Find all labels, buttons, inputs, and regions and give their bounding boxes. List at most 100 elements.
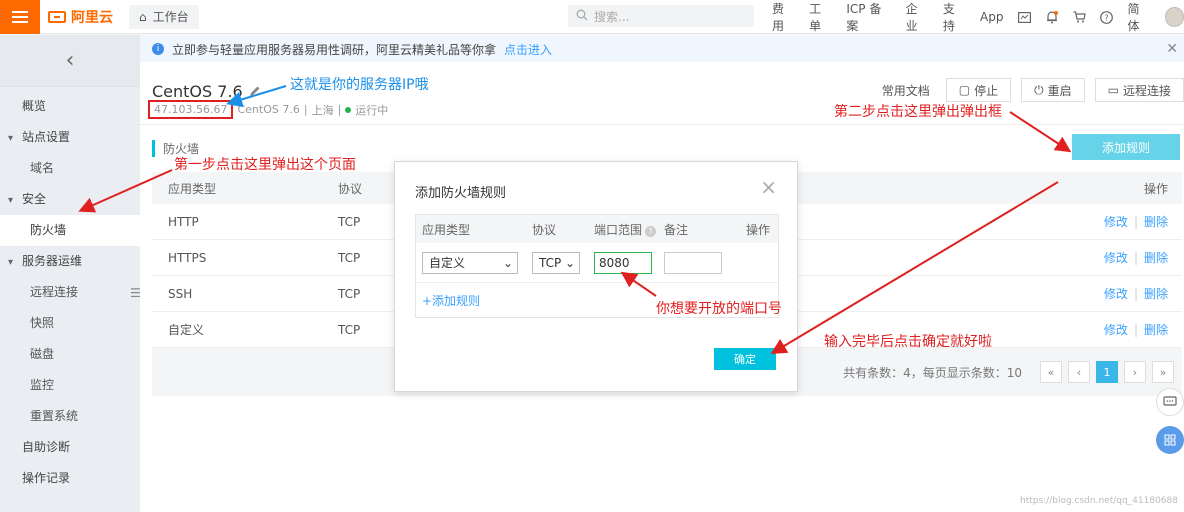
nav-support[interactable]: 支持 (943, 0, 966, 34)
add-firewall-rule-dialog: 添加防火墙规则 × 应用类型 协议 端口范围? 备注 操作 自定义 ⌄ TCP … (394, 161, 798, 392)
sidebar-item[interactable]: 安全 (0, 184, 140, 215)
top-bar: 阿里云 ⌂ 工作台 搜索... 费用 工单 ICP 备案 企业 支持 App ?… (0, 0, 1184, 34)
edit-link[interactable]: 修改 (1104, 323, 1128, 337)
cell-app-type: HTTP (168, 214, 199, 229)
svg-text:?: ? (1105, 13, 1109, 22)
page-first[interactable]: « (1040, 361, 1062, 383)
page-current[interactable]: 1 (1096, 361, 1118, 383)
server-title: CentOS 7.6 (152, 82, 261, 101)
nav-icp[interactable]: ICP 备案 (846, 0, 891, 34)
cart-icon[interactable] (1072, 10, 1086, 24)
logo-text: 阿里云 (71, 9, 113, 26)
pagination-summary: 共有条数：4，每页显示条数：10 (843, 365, 1022, 380)
chat-icon[interactable] (1156, 388, 1184, 416)
sidebar-item[interactable]: 域名 (0, 153, 140, 184)
cell-op: 修改 | 删除 (1092, 249, 1182, 266)
sidebar-item[interactable]: 磁盘 (0, 339, 140, 370)
avatar[interactable] (1164, 7, 1184, 27)
stop-button[interactable]: ▢ 停止 (945, 78, 1012, 102)
page-next[interactable]: › (1124, 361, 1146, 383)
cell-protocol: TCP (338, 286, 361, 301)
notice-link[interactable]: 点击进入 (504, 41, 552, 58)
remote-label: 远程连接 (1122, 83, 1171, 98)
info-icon: i (152, 43, 164, 55)
edit-link[interactable]: 修改 (1104, 287, 1128, 301)
page-last[interactable]: » (1152, 361, 1174, 383)
delete-link[interactable]: 删除 (1144, 323, 1168, 337)
protocol-value: TCP (539, 255, 562, 270)
aliyun-logo[interactable]: 阿里云 (48, 7, 113, 27)
language-switch[interactable]: 简体 (1127, 0, 1150, 34)
protocol-select[interactable]: TCP ⌄ (532, 251, 580, 274)
server-region: 上海 (311, 103, 334, 117)
help-icon[interactable]: ? (1100, 10, 1114, 24)
back-chevron-icon[interactable]: ‹ (0, 35, 140, 87)
delete-link[interactable]: 删除 (1144, 287, 1168, 301)
add-rule-button[interactable]: 添加规则 (1072, 134, 1180, 160)
close-icon[interactable]: × (760, 175, 777, 199)
sidebar-item[interactable]: 快照 (0, 308, 140, 339)
annotation-ip-hint: 这就是你的服务器IP哦 (290, 77, 429, 93)
delete-link[interactable]: 删除 (1144, 251, 1168, 265)
terminal-icon: ▭ (1107, 83, 1119, 97)
meta-separator: | (303, 103, 308, 116)
sidebar-item[interactable]: 远程连接 (0, 277, 140, 308)
help-icon[interactable]: ? (645, 225, 657, 237)
server-name: CentOS 7.6 (152, 82, 243, 101)
port-range-input[interactable]: 8080 (594, 251, 652, 274)
note-input[interactable] (664, 251, 722, 274)
bell-icon[interactable] (1045, 10, 1059, 24)
op-separator: | (1133, 251, 1138, 265)
cell-app-type: SSH (168, 286, 193, 301)
nav-app[interactable]: App (980, 10, 1003, 24)
sidebar-item[interactable]: 自助诊断 (0, 432, 140, 463)
sidebar-menu: 概览站点设置域名安全防火墙服务器运维远程连接快照磁盘监控重置系统自助诊断操作记录 (0, 91, 140, 494)
workbench-label: 工作台 (152, 10, 189, 24)
cell-op: 修改 | 删除 (1092, 285, 1182, 302)
cell-protocol: TCP (338, 214, 361, 229)
edit-link[interactable]: 修改 (1104, 215, 1128, 229)
home-icon: ⌂ (139, 9, 147, 24)
sidebar-item[interactable]: 概览 (0, 91, 140, 122)
close-icon[interactable]: ✕ (1166, 41, 1178, 57)
col-op: 操作 (745, 222, 770, 237)
docs-link[interactable]: 常用文档 (882, 82, 930, 99)
notice-bar: i 立即参与轻量应用服务器易用性调研，阿里云精美礼品等你拿 点击进入 ✕ (140, 36, 1184, 62)
apps-grid-icon[interactable] (1156, 426, 1184, 454)
app-type-select[interactable]: 自定义 ⌄ (422, 251, 518, 274)
page-prev[interactable]: ‹ (1068, 361, 1090, 383)
op-separator: | (1133, 287, 1138, 301)
edit-link[interactable]: 修改 (1104, 251, 1128, 265)
sidebar-item[interactable]: 重置系统 (0, 401, 140, 432)
nav-fees[interactable]: 费用 (772, 0, 795, 34)
power-icon: ⏻ (1034, 82, 1044, 97)
message-icon[interactable] (1017, 10, 1031, 24)
sidebar-item[interactable]: 监控 (0, 370, 140, 401)
sidebar-item[interactable]: 防火墙 (0, 215, 140, 246)
sidebar-item[interactable]: 服务器运维 (0, 246, 140, 277)
col-port: 端口范围? (588, 221, 658, 238)
search-input[interactable]: 搜索... (568, 5, 754, 27)
meta-separator: | (337, 103, 342, 116)
sidebar-item[interactable]: 站点设置 (0, 122, 140, 153)
sidebar-item[interactable]: 操作记录 (0, 463, 140, 494)
stop-label: 停止 (974, 83, 999, 98)
workbench-button[interactable]: ⌂ 工作台 (129, 4, 199, 29)
status-dot (345, 106, 352, 113)
cell-protocol: TCP (338, 322, 361, 337)
op-separator: | (1133, 323, 1138, 337)
remote-connect-button[interactable]: ▭ 远程连接 (1094, 78, 1184, 102)
dialog-rule-row: 自定义 ⌄ TCP ⌄ 8080 (416, 243, 778, 283)
edit-pencil-icon[interactable] (249, 82, 261, 101)
server-os: CentOS 7.6 (237, 103, 300, 116)
col-app-type: 应用类型 (422, 222, 471, 237)
nav-enterprise[interactable]: 企业 (906, 0, 929, 34)
server-status: 运行中 (355, 103, 389, 117)
dialog-table-header: 应用类型 协议 端口范围? 备注 操作 (416, 215, 778, 243)
menu-icon[interactable] (0, 0, 40, 34)
restart-button[interactable]: ⏻ 重启 (1021, 78, 1085, 102)
nav-tickets[interactable]: 工单 (809, 0, 832, 34)
confirm-button[interactable]: 确定 (714, 348, 776, 370)
col-op: 操作 (1143, 181, 1168, 196)
delete-link[interactable]: 删除 (1144, 215, 1168, 229)
